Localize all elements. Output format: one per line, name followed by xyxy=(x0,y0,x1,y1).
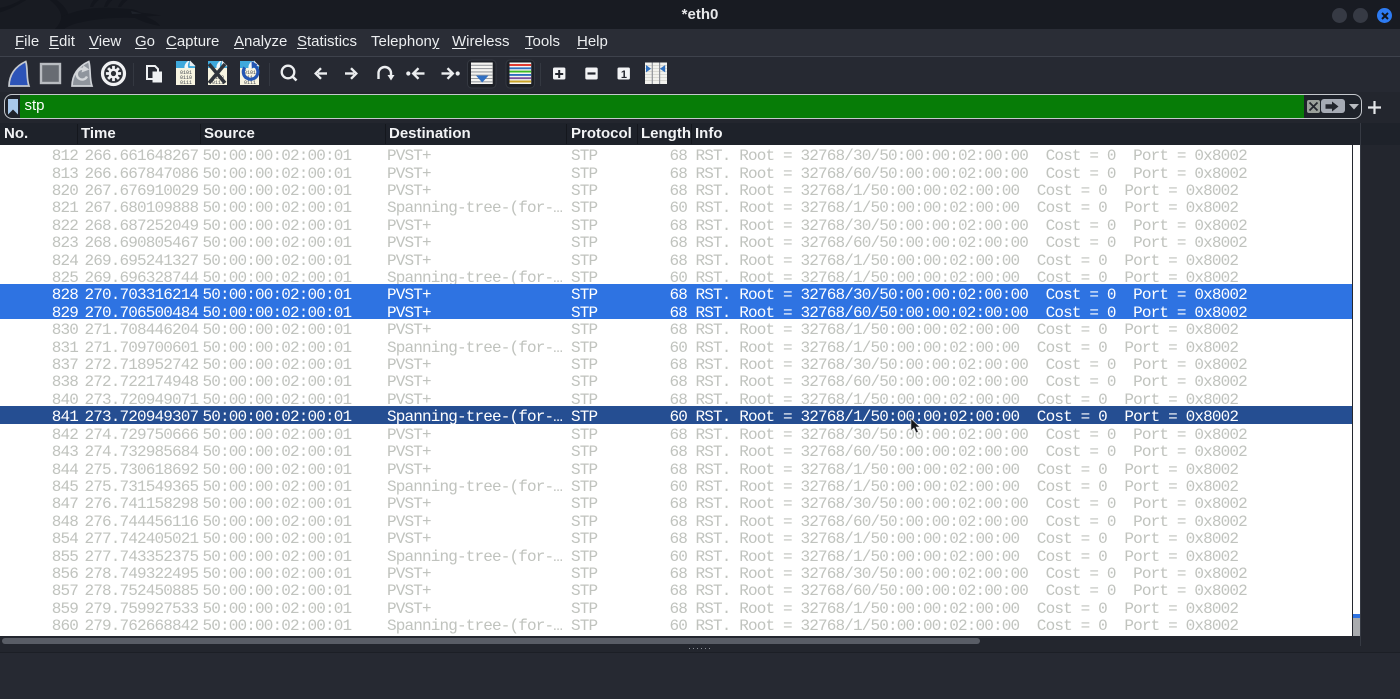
svg-text:1: 1 xyxy=(621,69,627,81)
svg-text:0111: 0111 xyxy=(244,80,256,86)
svg-text:0111: 0111 xyxy=(180,80,192,86)
